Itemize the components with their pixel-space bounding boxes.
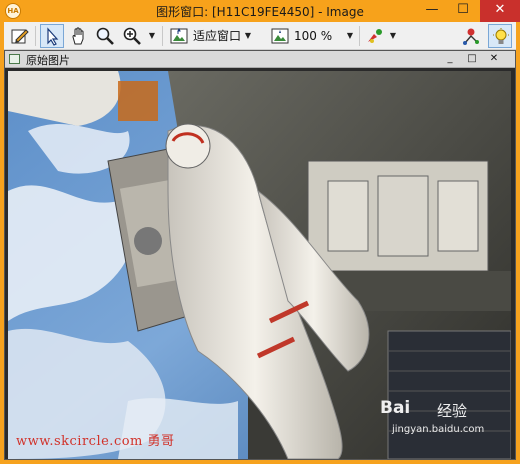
zoom-magnifier-icon — [96, 27, 114, 45]
baidu-logo-text: Bai — [380, 398, 411, 418]
jingyan-logo-text: 经验 — [437, 402, 468, 420]
color-tool-chevron-icon[interactable]: ▼ — [388, 30, 398, 42]
zoom-dropdown-chevron-icon[interactable]: ▼ — [147, 30, 157, 42]
pan-tool-button[interactable] — [67, 24, 91, 48]
zoom-level-select[interactable]: 100 % — [294, 25, 332, 47]
edit-tool-button[interactable] — [8, 24, 32, 48]
document-title-bar[interactable]: 原始图片 _ □ ✕ — [5, 51, 515, 68]
zoom-level-icon — [271, 28, 289, 44]
lightbulb-icon — [493, 28, 509, 44]
window-title-bar[interactable]: HA 图形窗口: [H11C19FE4450] - Image — ☐ ✕ — [0, 0, 520, 22]
pan-hand-icon — [72, 27, 84, 45]
zoom-in-button[interactable] — [120, 24, 144, 48]
pointer-tool-button[interactable] — [40, 24, 64, 48]
maximize-button[interactable]: ☐ — [448, 0, 478, 22]
close-button[interactable]: ✕ — [480, 0, 520, 22]
lightbulb-button[interactable] — [488, 24, 512, 48]
minimize-button[interactable]: — — [417, 0, 447, 22]
fit-window-icon — [170, 27, 188, 44]
baidu-jingyan-watermark: Bai 经验 jingyan.baidu.com — [380, 398, 510, 448]
document-minimize-button[interactable]: _ — [441, 52, 459, 66]
document-maximize-button[interactable]: □ — [463, 52, 481, 66]
image-toolbar: ▼ 适应窗口 ▼ 100 % ▼ ▼ — [4, 22, 516, 50]
color-paint-icon — [368, 29, 382, 43]
image-file-icon — [9, 54, 20, 64]
color-tool-button[interactable] — [363, 24, 387, 48]
document-close-button[interactable]: ✕ — [485, 52, 503, 66]
site-watermark: www.skcircle.com 勇哥 — [16, 434, 175, 449]
edit-tool-icon — [11, 29, 29, 44]
zoom-level-chevron-icon[interactable]: ▼ — [345, 30, 355, 42]
magnify-tool-button[interactable] — [93, 24, 117, 48]
zoom-in-icon — [123, 27, 141, 45]
jingyan-url: jingyan.baidu.com — [392, 424, 485, 435]
fit-mode-button[interactable] — [167, 24, 191, 48]
zoom-level-button[interactable] — [268, 24, 292, 48]
graph-tool-button[interactable] — [459, 24, 483, 48]
document-title: 原始图片 — [26, 54, 70, 67]
pointer-tool-icon — [47, 27, 59, 46]
graph-node-icon — [463, 28, 479, 45]
fit-mode-chevron-icon[interactable]: ▼ — [243, 30, 253, 42]
fit-mode-select[interactable]: 适应窗口 — [193, 25, 241, 47]
